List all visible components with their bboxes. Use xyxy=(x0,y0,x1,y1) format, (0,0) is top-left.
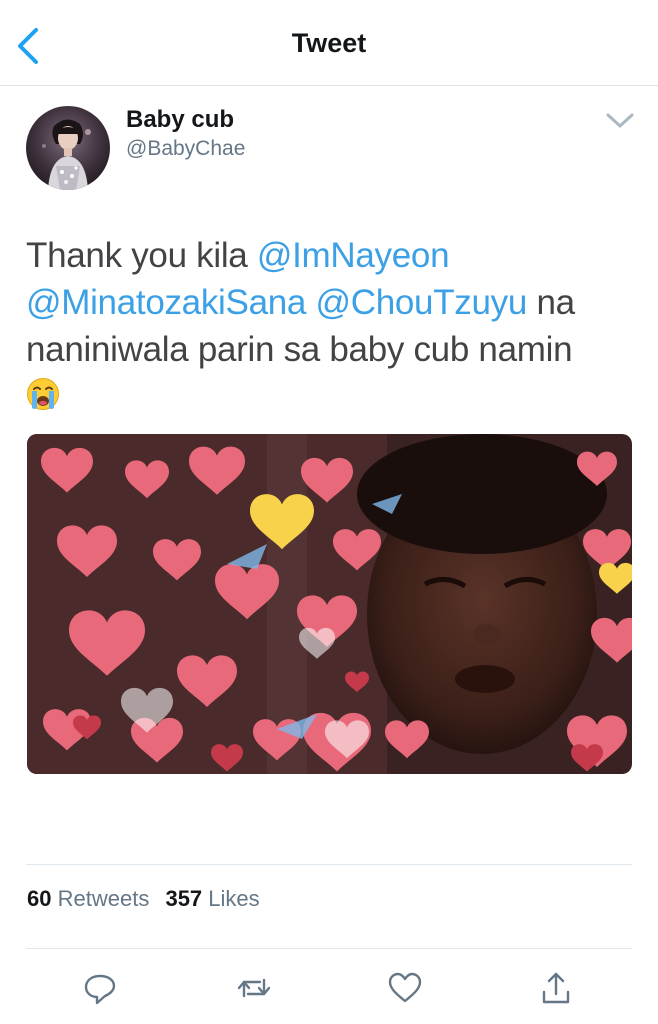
tweet-text: Thank you kila @ImNayeon @MinatozakiSana … xyxy=(26,232,632,420)
more-options-button[interactable] xyxy=(604,108,636,134)
retweets-count: 60 xyxy=(27,886,52,911)
author-name[interactable]: Baby cub xyxy=(126,106,234,134)
heart-icon xyxy=(388,972,422,1003)
divider xyxy=(26,864,632,865)
likes-stat[interactable]: 357 Likes xyxy=(165,886,259,911)
reply-button[interactable] xyxy=(80,968,120,1008)
likes-label: Likes xyxy=(208,886,260,911)
author-handle[interactable]: @BabyChae xyxy=(126,137,245,161)
reply-icon xyxy=(84,974,116,1005)
mention-link[interactable]: @ChouTzuyu xyxy=(316,283,528,322)
loudly-crying-face-icon xyxy=(27,378,59,410)
retweet-button[interactable] xyxy=(234,968,274,1008)
retweets-stat[interactable]: 60 Retweets xyxy=(27,886,149,911)
like-button[interactable] xyxy=(385,968,425,1008)
tweet-text-part: Thank you kila xyxy=(26,236,257,275)
likes-count: 357 xyxy=(165,886,203,911)
navigation-bar: Tweet xyxy=(0,0,658,86)
page-title: Tweet xyxy=(291,28,367,58)
retweet-icon xyxy=(237,978,271,998)
tweet-text-space xyxy=(306,283,315,322)
share-button[interactable] xyxy=(536,968,576,1008)
avatar-image xyxy=(26,106,110,190)
chevron-down-icon xyxy=(606,113,634,128)
avatar[interactable] xyxy=(26,106,110,190)
mention-link[interactable]: @ImNayeon xyxy=(257,236,450,275)
tweet-stats: 60 Retweets 357 Likes xyxy=(27,886,270,912)
share-icon xyxy=(542,972,570,1004)
hearts-meme-image xyxy=(27,434,632,774)
action-bar xyxy=(0,968,658,1008)
divider xyxy=(26,948,632,949)
retweets-label: Retweets xyxy=(57,886,150,911)
tweet-image[interactable] xyxy=(27,434,632,774)
mention-link[interactable]: @MinatozakiSana xyxy=(26,283,306,322)
